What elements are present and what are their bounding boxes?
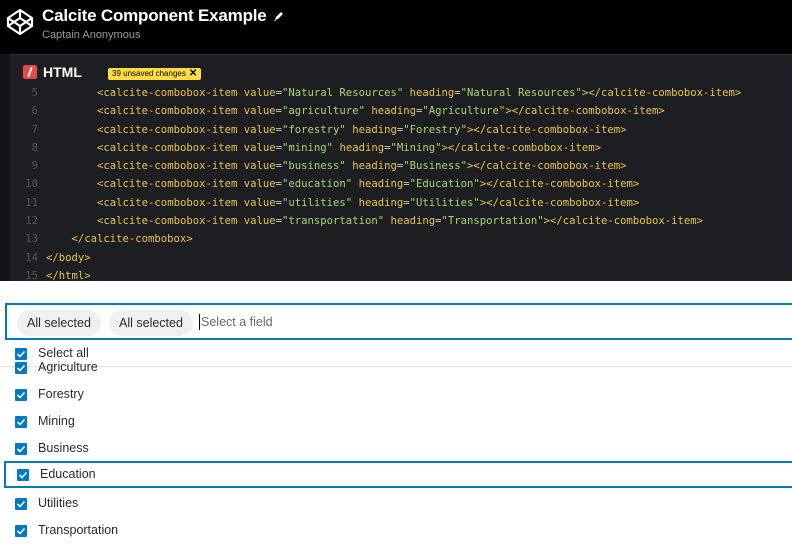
- line-number: 12: [25, 215, 38, 228]
- html-file-icon: [23, 65, 37, 79]
- unsaved-changes-badge[interactable]: 39 unsaved changes ✕: [108, 68, 202, 80]
- code-text: <calcite-combobox-item value="forestry" …: [97, 123, 627, 136]
- line-number: 6: [31, 105, 38, 118]
- selection-chip[interactable]: All selected: [109, 310, 193, 336]
- checkbox-checked-icon[interactable]: [15, 416, 27, 428]
- line-number: 9: [31, 160, 38, 173]
- code-line[interactable]: 8 <calcite-combobox-item value="mining" …: [10, 139, 792, 157]
- combobox-item-label: Business: [38, 441, 89, 455]
- checkbox-checked-icon[interactable]: [15, 389, 27, 401]
- combobox-item-label: Mining: [38, 414, 75, 428]
- line-number: 5: [31, 87, 38, 99]
- checkbox-checked-icon[interactable]: [17, 469, 29, 481]
- code-line[interactable]: 14 </body>: [10, 249, 792, 267]
- checkbox-checked-icon[interactable]: [15, 443, 27, 455]
- checkbox-checked-icon[interactable]: [15, 362, 27, 374]
- close-icon[interactable]: ✕: [189, 69, 197, 79]
- code-text: <calcite-combobox-item value="education"…: [97, 178, 640, 191]
- combobox-item[interactable]: Mining: [0, 408, 792, 435]
- editor-gutter-strip: [0, 54, 10, 281]
- code-line[interactable]: 10 <calcite-combobox-item value="educati…: [10, 175, 792, 193]
- pencil-icon[interactable]: [273, 10, 285, 22]
- combobox-item[interactable]: Agriculture: [0, 354, 792, 381]
- combobox-input-wrapper[interactable]: All selected All selected: [5, 303, 792, 340]
- editor-label: HTML: [43, 64, 82, 80]
- code-line[interactable]: 7 <calcite-combobox-item value="forestry…: [10, 121, 792, 139]
- code-text: <calcite-combobox-item value="business" …: [97, 160, 627, 173]
- combobox-item[interactable]: Forestry: [0, 381, 792, 408]
- combobox-item[interactable]: Utilities: [0, 490, 792, 517]
- html-editor[interactable]: HTML 39 unsaved changes ✕ 5 <calcite-com…: [0, 54, 792, 282]
- line-number: 10: [25, 178, 38, 191]
- unsaved-changes-text: 39 unsaved changes: [112, 69, 186, 78]
- combobox-item[interactable]: Business: [0, 435, 792, 462]
- line-number: 13: [25, 233, 38, 246]
- combobox-list[interactable]: Select all Agriculture Forestry Mining Busi…: [0, 340, 792, 558]
- code-text: </body>: [46, 251, 91, 264]
- code-line[interactable]: 13 </calcite-combobox>: [10, 230, 792, 248]
- code-text: <calcite-combobox-item value="Natural Re…: [97, 87, 742, 99]
- text-caret: [199, 314, 200, 330]
- combobox-item-label: Forestry: [38, 387, 84, 401]
- code-text: <calcite-combobox-item value="mining" he…: [97, 141, 601, 154]
- codepen-logo-icon[interactable]: [6, 8, 34, 36]
- combobox-item[interactable]: Transportation: [0, 517, 792, 544]
- code-text: <calcite-combobox-item value="agricultur…: [97, 105, 665, 118]
- code-line[interactable]: 9 <calcite-combobox-item value="business…: [10, 157, 792, 175]
- pen-header: Calcite Component Example Captain Anonym…: [0, 0, 792, 54]
- combobox-search-input[interactable]: [201, 311, 501, 333]
- line-number: 8: [31, 141, 38, 154]
- selection-chip[interactable]: All selected: [17, 310, 101, 336]
- code-line[interactable]: 12 <calcite-combobox-item value="transpo…: [10, 212, 792, 230]
- combobox-item-label: Utilities: [38, 496, 79, 510]
- line-number: 7: [31, 123, 38, 136]
- code-text: </calcite-combobox>: [46, 233, 193, 246]
- combobox-item-label: Transportation: [38, 523, 119, 537]
- pen-author[interactable]: Captain Anonymous: [42, 29, 285, 41]
- combobox-item[interactable]: Education: [4, 461, 792, 488]
- result-pane: All selected All selected Select all Agr…: [0, 281, 792, 558]
- code-area[interactable]: 5 <calcite-combobox-item value="Natural …: [10, 84, 792, 285]
- code-text: <calcite-combobox-item value="transporta…: [97, 215, 704, 228]
- code-line[interactable]: 5 <calcite-combobox-item value="Natural …: [10, 84, 792, 102]
- combobox-item-label: Education: [40, 467, 96, 481]
- code-line[interactable]: 6 <calcite-combobox-item value="agricult…: [10, 102, 792, 120]
- code-text: <calcite-combobox-item value="utilities"…: [97, 196, 640, 209]
- line-number: 14: [25, 251, 38, 264]
- checkbox-checked-icon[interactable]: [15, 525, 27, 537]
- checkbox-checked-icon[interactable]: [15, 498, 27, 510]
- combobox-item-label: Agriculture: [38, 360, 98, 374]
- line-number: 11: [25, 196, 38, 209]
- code-line[interactable]: 11 <calcite-combobox-item value="utiliti…: [10, 194, 792, 212]
- pen-title[interactable]: Calcite Component Example: [42, 6, 267, 26]
- editor-tabbar: HTML 39 unsaved changes ✕: [10, 54, 792, 84]
